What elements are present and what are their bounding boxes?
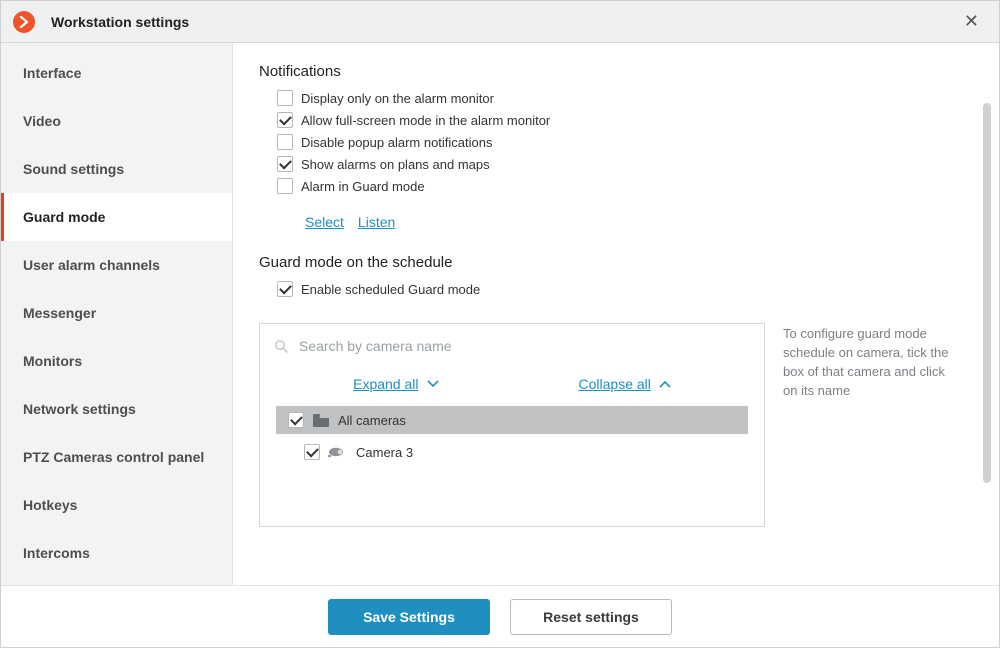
tree-row-all-cameras[interactable]: All cameras bbox=[276, 406, 748, 434]
sidebar-item-messenger[interactable]: Messenger bbox=[1, 289, 232, 337]
window-title: Workstation settings bbox=[51, 14, 956, 30]
chevron-down-icon bbox=[427, 380, 439, 388]
sidebar-item-intercoms[interactable]: Intercoms bbox=[1, 529, 232, 577]
checkbox[interactable] bbox=[277, 112, 293, 128]
option-label: Allow full-screen mode in the alarm moni… bbox=[301, 113, 550, 128]
sidebar-item-network-settings[interactable]: Network settings bbox=[1, 385, 232, 433]
option-label: Enable scheduled Guard mode bbox=[301, 282, 480, 297]
option-show-alarms-plans-maps[interactable]: Show alarms on plans and maps bbox=[277, 156, 973, 172]
listen-link[interactable]: Listen bbox=[358, 214, 395, 230]
option-label: Alarm in Guard mode bbox=[301, 179, 425, 194]
search-wrap bbox=[260, 324, 764, 368]
sidebar-item-label: PTZ Cameras control panel bbox=[23, 449, 204, 465]
notification-links: Select Listen bbox=[305, 214, 973, 230]
sidebar-item-hotkeys[interactable]: Hotkeys bbox=[1, 481, 232, 529]
checkbox[interactable] bbox=[277, 90, 293, 106]
sidebar: Interface Video Sound settings Guard mod… bbox=[1, 43, 233, 585]
option-label: Show alarms on plans and maps bbox=[301, 157, 490, 172]
sidebar-item-guard-mode[interactable]: Guard mode bbox=[1, 193, 232, 241]
checkbox[interactable] bbox=[304, 444, 320, 460]
footer: Save Settings Reset settings bbox=[1, 585, 999, 647]
search-icon bbox=[274, 339, 289, 354]
sidebar-item-label: Messenger bbox=[23, 305, 96, 321]
folder-icon bbox=[312, 413, 330, 427]
sidebar-item-user-alarm-channels[interactable]: User alarm channels bbox=[1, 241, 232, 289]
sidebar-item-video[interactable]: Video bbox=[1, 97, 232, 145]
tree-label: Camera 3 bbox=[356, 445, 413, 460]
sidebar-item-label: Hotkeys bbox=[23, 497, 77, 513]
expand-all-label: Expand all bbox=[353, 376, 418, 392]
guard-schedule-title: Guard mode on the schedule bbox=[259, 254, 973, 271]
collapse-all-label: Collapse all bbox=[579, 376, 651, 392]
checkbox[interactable] bbox=[277, 156, 293, 172]
sidebar-item-label: Sound settings bbox=[23, 161, 124, 177]
collapse-all-link[interactable]: Collapse all bbox=[579, 376, 671, 392]
option-enable-scheduled-guard[interactable]: Enable scheduled Guard mode bbox=[277, 281, 973, 297]
camera-tree: All cameras Camera 3 bbox=[260, 406, 764, 466]
checkbox[interactable] bbox=[277, 281, 293, 297]
tree-row-camera-3[interactable]: Camera 3 bbox=[276, 438, 748, 466]
sidebar-item-interface[interactable]: Interface bbox=[1, 49, 232, 97]
reset-settings-button[interactable]: Reset settings bbox=[510, 599, 672, 635]
sidebar-item-monitors[interactable]: Monitors bbox=[1, 337, 232, 385]
main-panel: Notifications Display only on the alarm … bbox=[233, 43, 999, 585]
save-settings-button[interactable]: Save Settings bbox=[328, 599, 490, 635]
checkbox[interactable] bbox=[277, 134, 293, 150]
checkbox[interactable] bbox=[277, 178, 293, 194]
expand-collapse-row: Expand all Collapse all bbox=[260, 368, 764, 406]
sidebar-item-label: Guard mode bbox=[23, 209, 105, 225]
schedule-hint: To configure guard mode schedule on came… bbox=[783, 325, 953, 400]
camera-search-input[interactable] bbox=[299, 338, 748, 354]
select-link[interactable]: Select bbox=[305, 214, 344, 230]
sidebar-item-label: Network settings bbox=[23, 401, 136, 417]
sidebar-item-label: Intercoms bbox=[23, 545, 90, 561]
close-icon[interactable]: ✕ bbox=[956, 7, 987, 36]
chevron-up-icon bbox=[659, 380, 671, 388]
sidebar-item-label: Video bbox=[23, 113, 61, 129]
sidebar-item-ptz-cameras-control-panel[interactable]: PTZ Cameras control panel bbox=[1, 433, 232, 481]
expand-all-link[interactable]: Expand all bbox=[353, 376, 438, 392]
checkbox[interactable] bbox=[288, 412, 304, 428]
scrollbar-thumb[interactable] bbox=[983, 103, 991, 483]
camera-list-box: Expand all Collapse all bbox=[259, 323, 765, 527]
tree-label: All cameras bbox=[338, 413, 406, 428]
option-label: Display only on the alarm monitor bbox=[301, 91, 494, 106]
sidebar-item-label: Interface bbox=[23, 65, 81, 81]
window-body: Interface Video Sound settings Guard mod… bbox=[1, 43, 999, 585]
option-label: Disable popup alarm notifications bbox=[301, 135, 493, 150]
option-display-only-alarm-monitor[interactable]: Display only on the alarm monitor bbox=[277, 90, 973, 106]
sidebar-item-sound-settings[interactable]: Sound settings bbox=[1, 145, 232, 193]
camera-icon bbox=[328, 446, 348, 458]
app-icon bbox=[13, 11, 35, 33]
option-disable-popup-alarm[interactable]: Disable popup alarm notifications bbox=[277, 134, 973, 150]
sidebar-item-label: User alarm channels bbox=[23, 257, 160, 273]
option-alarm-in-guard-mode[interactable]: Alarm in Guard mode bbox=[277, 178, 973, 194]
sidebar-item-label: Monitors bbox=[23, 353, 82, 369]
schedule-row: Expand all Collapse all bbox=[259, 303, 973, 527]
notifications-title: Notifications bbox=[259, 63, 973, 80]
sidebar-item-export[interactable]: Export bbox=[1, 577, 232, 585]
titlebar: Workstation settings ✕ bbox=[1, 1, 999, 43]
option-allow-fullscreen-alarm[interactable]: Allow full-screen mode in the alarm moni… bbox=[277, 112, 973, 128]
settings-window: Workstation settings ✕ Interface Video S… bbox=[0, 0, 1000, 648]
